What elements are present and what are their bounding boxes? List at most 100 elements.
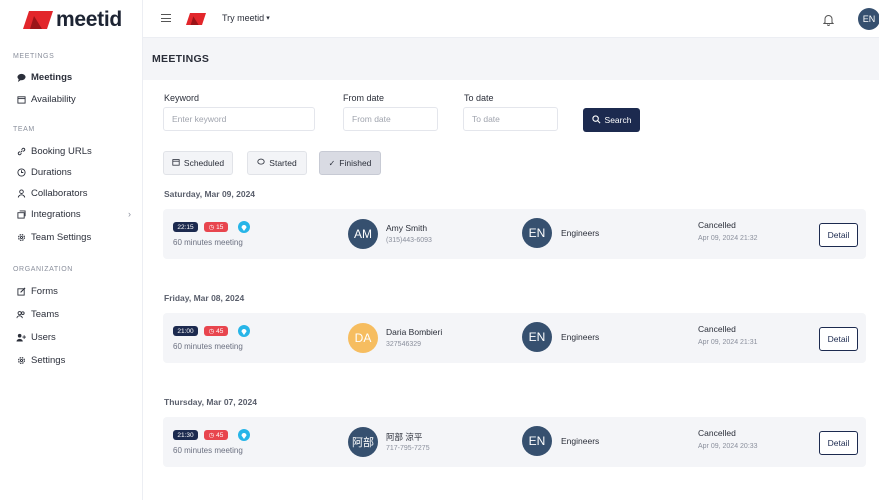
page-title: MEETINGS [152,53,210,65]
bell-icon[interactable] [822,13,835,26]
sidebar-item-team-settings[interactable]: Team Settings [16,230,131,244]
sidebar-item-users[interactable]: Users [16,330,131,344]
duration-badge: ◷ 45 [204,326,228,336]
brand-logo[interactable]: meetid [23,8,122,32]
time-badge: 21:00 [173,326,198,336]
location-pin-icon[interactable] [238,221,250,233]
gear-icon [16,232,26,242]
sidebar-item-label: Teams [31,308,59,320]
sidebar-item-label: Integrations [31,208,81,220]
search-icon [591,114,601,126]
guest-phone: (315)443-6093 [386,237,432,244]
guest-avatar: DA [348,323,378,353]
section-organization-title: ORGANIZATION [13,266,73,273]
tab-label: Finished [339,158,372,168]
duration-value: 45 [216,431,224,439]
date-heading: Friday, Mar 08, 2024 [164,293,245,303]
clock-icon: ◷ [208,224,215,231]
status-text: Cancelled [698,324,736,334]
menu-icon[interactable] [161,14,171,23]
page-header: MEETINGS [143,38,879,80]
date-heading: Saturday, Mar 09, 2024 [164,189,256,199]
time-badge: 22:15 [173,222,198,232]
sidebar-item-label: Team Settings [31,231,92,243]
status-timestamp: Apr 09, 2024 21:32 [698,235,758,242]
location-pin-icon[interactable] [238,325,250,337]
keyword-label: Keyword [164,93,200,103]
from-date-input[interactable]: From date [343,107,438,131]
gear-icon [16,355,26,365]
detail-button[interactable]: Detail [819,327,858,351]
sidebar-item-collaborators[interactable]: Collaborators [16,186,131,200]
meeting-card: 21:00 ◷ 45 60 minutes meeting DA Daria B… [163,313,866,363]
status-timestamp: Apr 09, 2024 21:31 [698,339,758,346]
user-avatar[interactable]: EN [858,8,879,30]
sidebar-item-label: Durations [31,166,72,178]
duration-badge: ◷ 15 [204,222,228,232]
to-date-label: To date [464,93,494,103]
team-avatar: EN [522,322,552,352]
integrations-icon [16,209,26,219]
from-date-label: From date [343,93,385,103]
team-name: Engineers [561,228,600,238]
tab-finished[interactable]: ✓ Finished [319,151,381,175]
to-date-input[interactable]: To date [463,107,558,131]
link-icon [16,146,26,156]
duration-badge: ◷ 45 [204,430,228,440]
tab-scheduled[interactable]: Scheduled [163,151,233,175]
sidebar-item-settings[interactable]: Settings [16,353,131,367]
duration-value: 15 [216,223,224,231]
sidebar-item-availability[interactable]: Availability [16,92,131,106]
sidebar-item-label: Availability [31,93,76,105]
status-text: Cancelled [698,220,736,230]
clock-icon: ◷ [208,432,215,439]
sidebar-item-meetings[interactable]: Meetings [16,70,131,84]
team-name: Engineers [561,332,600,342]
chevron-right-icon: › [128,209,131,219]
clock-icon: ◷ [208,328,215,335]
logo-icon [23,11,53,29]
sidebar-item-durations[interactable]: Durations [16,165,131,179]
user-icon [16,188,26,198]
time-badge: 21:30 [173,430,198,440]
section-team-title: TEAM [13,126,35,133]
sidebar: meetid MEETINGS Meetings Availability TE… [0,0,143,500]
team-avatar: EN [522,426,552,456]
sidebar-item-teams[interactable]: Teams [16,307,131,321]
sidebar-item-label: Booking URLs [31,145,92,157]
users-icon [16,309,26,319]
team-name: Engineers [561,436,600,446]
meeting-description: 60 minutes meeting [173,342,243,351]
sidebar-item-booking-urls[interactable]: Booking URLs [16,144,131,158]
sidebar-item-integrations[interactable]: Integrations › [16,207,131,221]
status-text: Cancelled [698,428,736,438]
section-meetings-title: MEETINGS [13,53,55,60]
logo-icon [185,12,207,25]
sidebar-item-label: Forms [31,285,58,297]
status-timestamp: Apr 09, 2024 20:33 [698,443,758,450]
logo-text: meetid [56,8,122,31]
meeting-description: 60 minutes meeting [173,238,243,247]
location-pin-icon[interactable] [238,429,250,441]
tab-started[interactable]: Started [247,151,307,175]
guest-name: 阿部 涼平 [386,432,423,442]
sidebar-item-label: Collaborators [31,187,88,199]
keyword-input[interactable]: Enter keyword [163,107,315,131]
guest-name: Amy Smith [386,223,428,233]
detail-button[interactable]: Detail [819,223,858,247]
meeting-card: 22:15 ◷ 15 60 minutes meeting AM Amy Smi… [163,209,866,259]
workspace-dropdown[interactable]: Try meetid ▾ [222,13,270,23]
duration-value: 45 [216,327,224,335]
main-content: MEETINGS Keyword Enter keyword From date… [143,38,879,500]
guest-phone: 327546329 [386,341,422,348]
detail-button[interactable]: Detail [819,431,858,455]
guest-name: Daria Bombieri [386,327,443,337]
search-button[interactable]: Search [583,108,640,132]
tab-label: Scheduled [183,158,225,168]
topbar: Try meetid ▾ EN [143,0,879,38]
edit-icon [16,286,26,296]
guest-phone: 717-795-7275 [386,445,430,452]
guest-avatar: AM [348,219,378,249]
guest-avatar: 阿部 [348,427,378,457]
sidebar-item-forms[interactable]: Forms [16,284,131,298]
